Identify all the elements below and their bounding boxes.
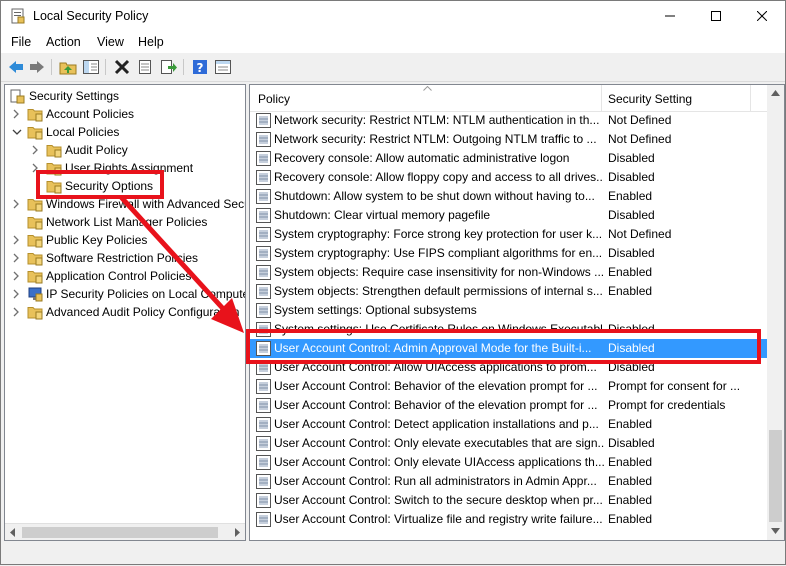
- main-window: Local Security Policy File Action View H…: [0, 0, 786, 565]
- annotation-arrow-icon: [119, 195, 244, 333]
